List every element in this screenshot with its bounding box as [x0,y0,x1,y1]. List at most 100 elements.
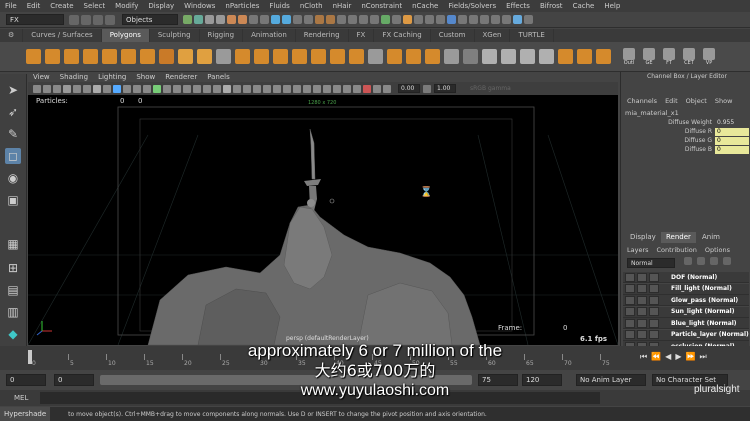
shelf-tool-icon[interactable] [368,49,383,64]
shelf-shortcut[interactable]: VP [701,47,717,66]
viewport-toolbar-icon[interactable] [203,84,211,93]
status-tool-icon[interactable] [249,15,258,24]
viewport-toolbar-icon[interactable] [93,84,101,93]
shelf-tool-icon[interactable] [178,49,193,64]
shelf-tool-icon[interactable] [235,49,250,64]
shelf-tool-icon[interactable] [444,49,459,64]
menu-windows[interactable]: Windows [179,2,220,10]
shelf-tool-icon[interactable] [596,49,611,64]
shelf-gear-icon[interactable]: ⚙ [0,29,24,42]
status-tool-icon[interactable] [238,15,247,24]
menu-fluids[interactable]: Fluids [264,2,294,10]
folder-icon[interactable] [69,14,79,25]
shelf-tool-icon[interactable] [349,49,364,64]
channel-attr-value[interactable]: 0 [715,146,749,154]
channel-box-menu-channels[interactable]: Channels [627,97,657,105]
status-tool-icon[interactable] [414,15,423,24]
channel-attr-value[interactable]: 0 [715,128,749,136]
panel-menu-renderer[interactable]: Renderer [160,73,202,81]
status-tool-icon[interactable] [469,15,478,24]
viewport-toolbar-icon[interactable] [323,84,331,93]
layer-down-icon[interactable] [723,257,731,265]
layer-settings-icon[interactable] [649,284,659,293]
viewport-toolbar-icon[interactable] [283,84,291,93]
exposure-field[interactable]: 0.00 [398,84,420,93]
status-tool-icon[interactable] [271,15,280,24]
hypershade-taskbar-tab[interactable]: Hypershade [0,407,51,421]
layer-mode-dropdown[interactable]: Normal [627,258,675,268]
menu-fields-solvers[interactable]: Fields/Solvers [443,2,501,10]
shelf-tab-sculpting[interactable]: Sculpting [150,29,200,42]
shelf-tool-icon[interactable] [197,49,212,64]
layer-row[interactable]: Fill_light (Normal) [623,283,749,295]
viewport-toolbar-icon[interactable] [83,84,91,93]
menu-nhair[interactable]: nHair [328,2,357,10]
four-view-icon[interactable]: ⊞ [5,260,21,276]
shelf-tool-icon[interactable] [83,49,98,64]
menu-nparticles[interactable]: nParticles [220,2,264,10]
shelf-tool-icon[interactable] [482,49,497,64]
viewport-toolbar-icon[interactable] [233,84,241,93]
panel-menu-lighting[interactable]: Lighting [93,73,131,81]
status-tool-icon[interactable] [183,15,192,24]
status-tool-icon[interactable] [370,15,379,24]
shelf-tool-icon[interactable] [463,49,478,64]
status-tool-icon[interactable] [304,15,313,24]
shelf-tab-rendering[interactable]: Rendering [296,29,349,42]
paint-select-icon[interactable]: ✎ [5,126,21,142]
viewport-toolbar-icon[interactable] [333,84,341,93]
status-tool-icon[interactable] [491,15,500,24]
menu-edit[interactable]: Edit [22,2,46,10]
shelf-shortcut[interactable]: CET [681,47,697,66]
layer-settings-icon[interactable] [649,272,659,282]
shelf-tool-icon[interactable] [64,49,79,64]
layer-row[interactable]: DOF (Normal) [623,272,749,283]
viewport-toolbar-icon[interactable] [33,84,41,93]
selection-mask-dropdown[interactable]: Objects [122,14,178,25]
status-tool-icon[interactable] [205,15,214,24]
shelf-tool-icon[interactable] [501,49,516,64]
viewport-toolbar-icon[interactable] [53,84,61,93]
redo-icon[interactable] [105,14,115,25]
status-tool-icon[interactable] [513,15,522,24]
shelf-tool-icon[interactable] [102,49,117,64]
status-tool-icon[interactable] [447,15,456,24]
layer-up-icon[interactable] [710,257,718,265]
status-tool-icon[interactable] [337,15,346,24]
render-toggle-icon[interactable] [625,272,635,282]
viewport-toolbar-icon[interactable] [303,84,311,93]
perspective-viewport[interactable]: Particles: 0 0 1280 x 720 persp (default… [28,95,618,345]
shelf-tool-icon[interactable] [140,49,155,64]
menu-bifrost[interactable]: Bifrost [535,2,568,10]
render-toggle-icon[interactable] [625,330,635,339]
save-icon[interactable] [81,14,91,25]
layer-tab-anim[interactable]: Anim [697,232,725,243]
status-tool-icon[interactable] [524,15,533,24]
undo-icon[interactable] [93,14,103,25]
channel-attr-value[interactable]: 0 [715,137,749,145]
viewport-toolbar-icon[interactable] [263,84,271,93]
menu-set-dropdown[interactable]: FX [6,14,64,25]
viewport-toolbar-icon[interactable] [313,84,321,93]
viewport-toolbar-icon[interactable] [123,84,131,93]
menu-help[interactable]: Help [599,2,625,10]
recycle-toggle-icon[interactable] [637,284,647,293]
menu-effects[interactable]: Effects [501,2,535,10]
menu-nconstraint[interactable]: nConstraint [356,2,407,10]
viewport-toolbar-icon[interactable] [103,84,111,93]
status-tool-icon[interactable] [392,15,401,24]
menu-display[interactable]: Display [143,2,179,10]
shelf-tool-icon[interactable] [26,49,41,64]
shelf-tab-xgen[interactable]: XGen [475,29,511,42]
render-toggle-icon[interactable] [625,318,635,328]
shelf-tool-icon[interactable] [406,49,421,64]
status-tool-icon[interactable] [436,15,445,24]
viewport-toolbar-icon[interactable] [213,84,221,93]
viewport-toolbar-icon[interactable] [173,84,181,93]
recycle-toggle-icon[interactable] [637,272,647,282]
recycle-toggle-icon[interactable] [637,330,647,339]
viewport-toolbar-icon[interactable] [183,84,191,93]
render-toggle-icon[interactable] [625,284,635,293]
shelf-tab-turtle[interactable]: TURTLE [510,29,554,42]
shelf-tab-rigging[interactable]: Rigging [200,29,244,42]
